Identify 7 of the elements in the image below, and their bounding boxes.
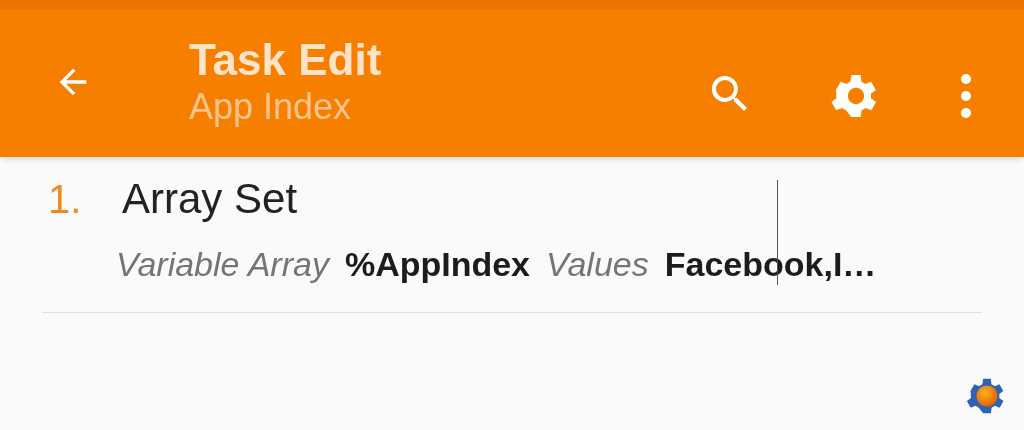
action-number: 1. [47,177,83,221]
parameter-label: Values [546,244,649,285]
action-name[interactable]: Array Set [122,177,298,221]
screen-subtitle: App Index [189,85,353,129]
screen-title: Task Edit [189,35,382,85]
parameter-label: Variable Array [116,244,329,285]
parameter-value: %AppIndex [344,244,531,285]
